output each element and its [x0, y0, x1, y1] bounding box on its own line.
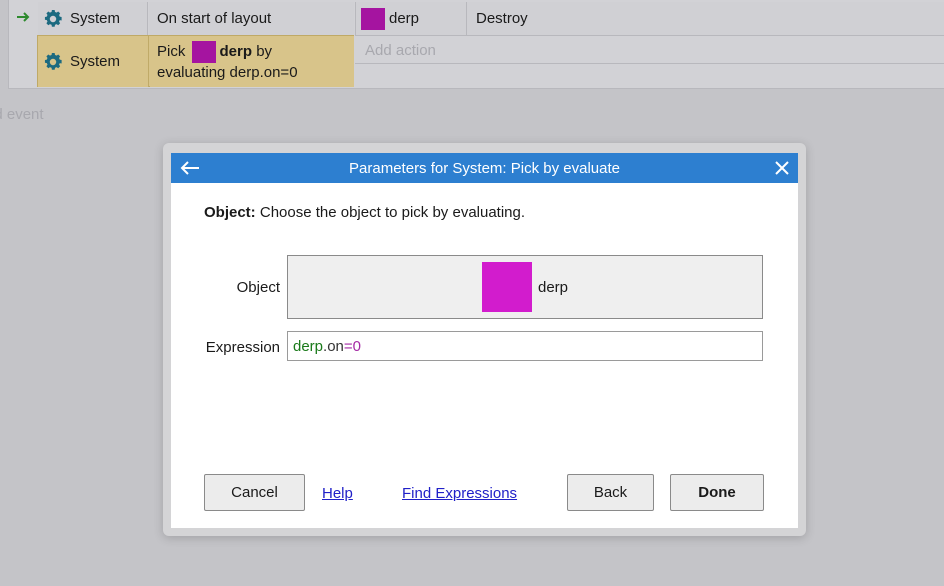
- object-label: Object: [236, 279, 280, 296]
- add-action-link[interactable]: Add action: [355, 36, 944, 64]
- derp-sprite-icon: [481, 262, 532, 312]
- description-label: Object:: [204, 204, 256, 221]
- gear-icon: [44, 9, 62, 27]
- derp-sprite-icon: [361, 7, 385, 30]
- pick-prefix: Pick: [157, 42, 186, 60]
- expr-operator-token: =: [343, 337, 353, 355]
- subcondition-system-cell[interactable]: System: [38, 36, 149, 87]
- cancel-button[interactable]: Cancel: [204, 474, 305, 511]
- expr-object-token: derp: [293, 337, 324, 355]
- done-button[interactable]: Done: [670, 474, 764, 511]
- condition-object-label: System: [70, 10, 121, 27]
- expression-label: Expression: [205, 339, 280, 356]
- subcondition-object-label: System: [70, 53, 121, 70]
- parameters-dialog: Parameters for System: Pick by evaluate …: [171, 153, 798, 528]
- dialog-title: Parameters for System: Pick by evaluate: [349, 159, 620, 177]
- condition-system-cell[interactable]: System: [38, 2, 148, 35]
- back-arrow-icon[interactable]: [180, 160, 200, 176]
- parameter-description: Object: Choose the object to pick by eva…: [204, 204, 525, 221]
- expr-number-token: 0: [352, 337, 361, 355]
- help-link[interactable]: Help: [322, 485, 353, 502]
- expr-property-token: .on: [323, 337, 344, 355]
- action-object-cell[interactable]: derp: [355, 2, 467, 35]
- trigger-arrow-icon: [17, 12, 30, 22]
- pick-suffix: by: [256, 42, 273, 60]
- object-value: derp: [537, 278, 569, 296]
- pick-condition-cell[interactable]: Pick derp by evaluating derp.on=0: [150, 36, 354, 87]
- object-picker-button[interactable]: derp: [287, 255, 763, 319]
- derp-sprite-icon: [191, 41, 216, 63]
- pick-object: derp: [219, 42, 253, 60]
- condition-trigger-cell[interactable]: On start of layout: [149, 2, 354, 35]
- add-event-link[interactable]: dd event: [0, 100, 106, 128]
- find-expressions-link[interactable]: Find Expressions: [402, 485, 517, 502]
- close-icon[interactable]: [775, 161, 789, 175]
- description-text: Choose the object to pick by evaluating.: [259, 204, 526, 221]
- dialog-titlebar: Parameters for System: Pick by evaluate: [171, 153, 798, 183]
- action-destroy-cell[interactable]: Destroy: [468, 2, 944, 35]
- expression-input[interactable]: derp .on = 0: [287, 331, 763, 361]
- condition-text: On start of layout: [157, 10, 272, 27]
- gear-icon: [44, 52, 62, 70]
- back-button[interactable]: Back: [567, 474, 654, 511]
- action-object-label: derp: [389, 10, 420, 27]
- action-text: Destroy: [476, 10, 528, 27]
- pick-line2: evaluating derp.on=0: [157, 64, 298, 81]
